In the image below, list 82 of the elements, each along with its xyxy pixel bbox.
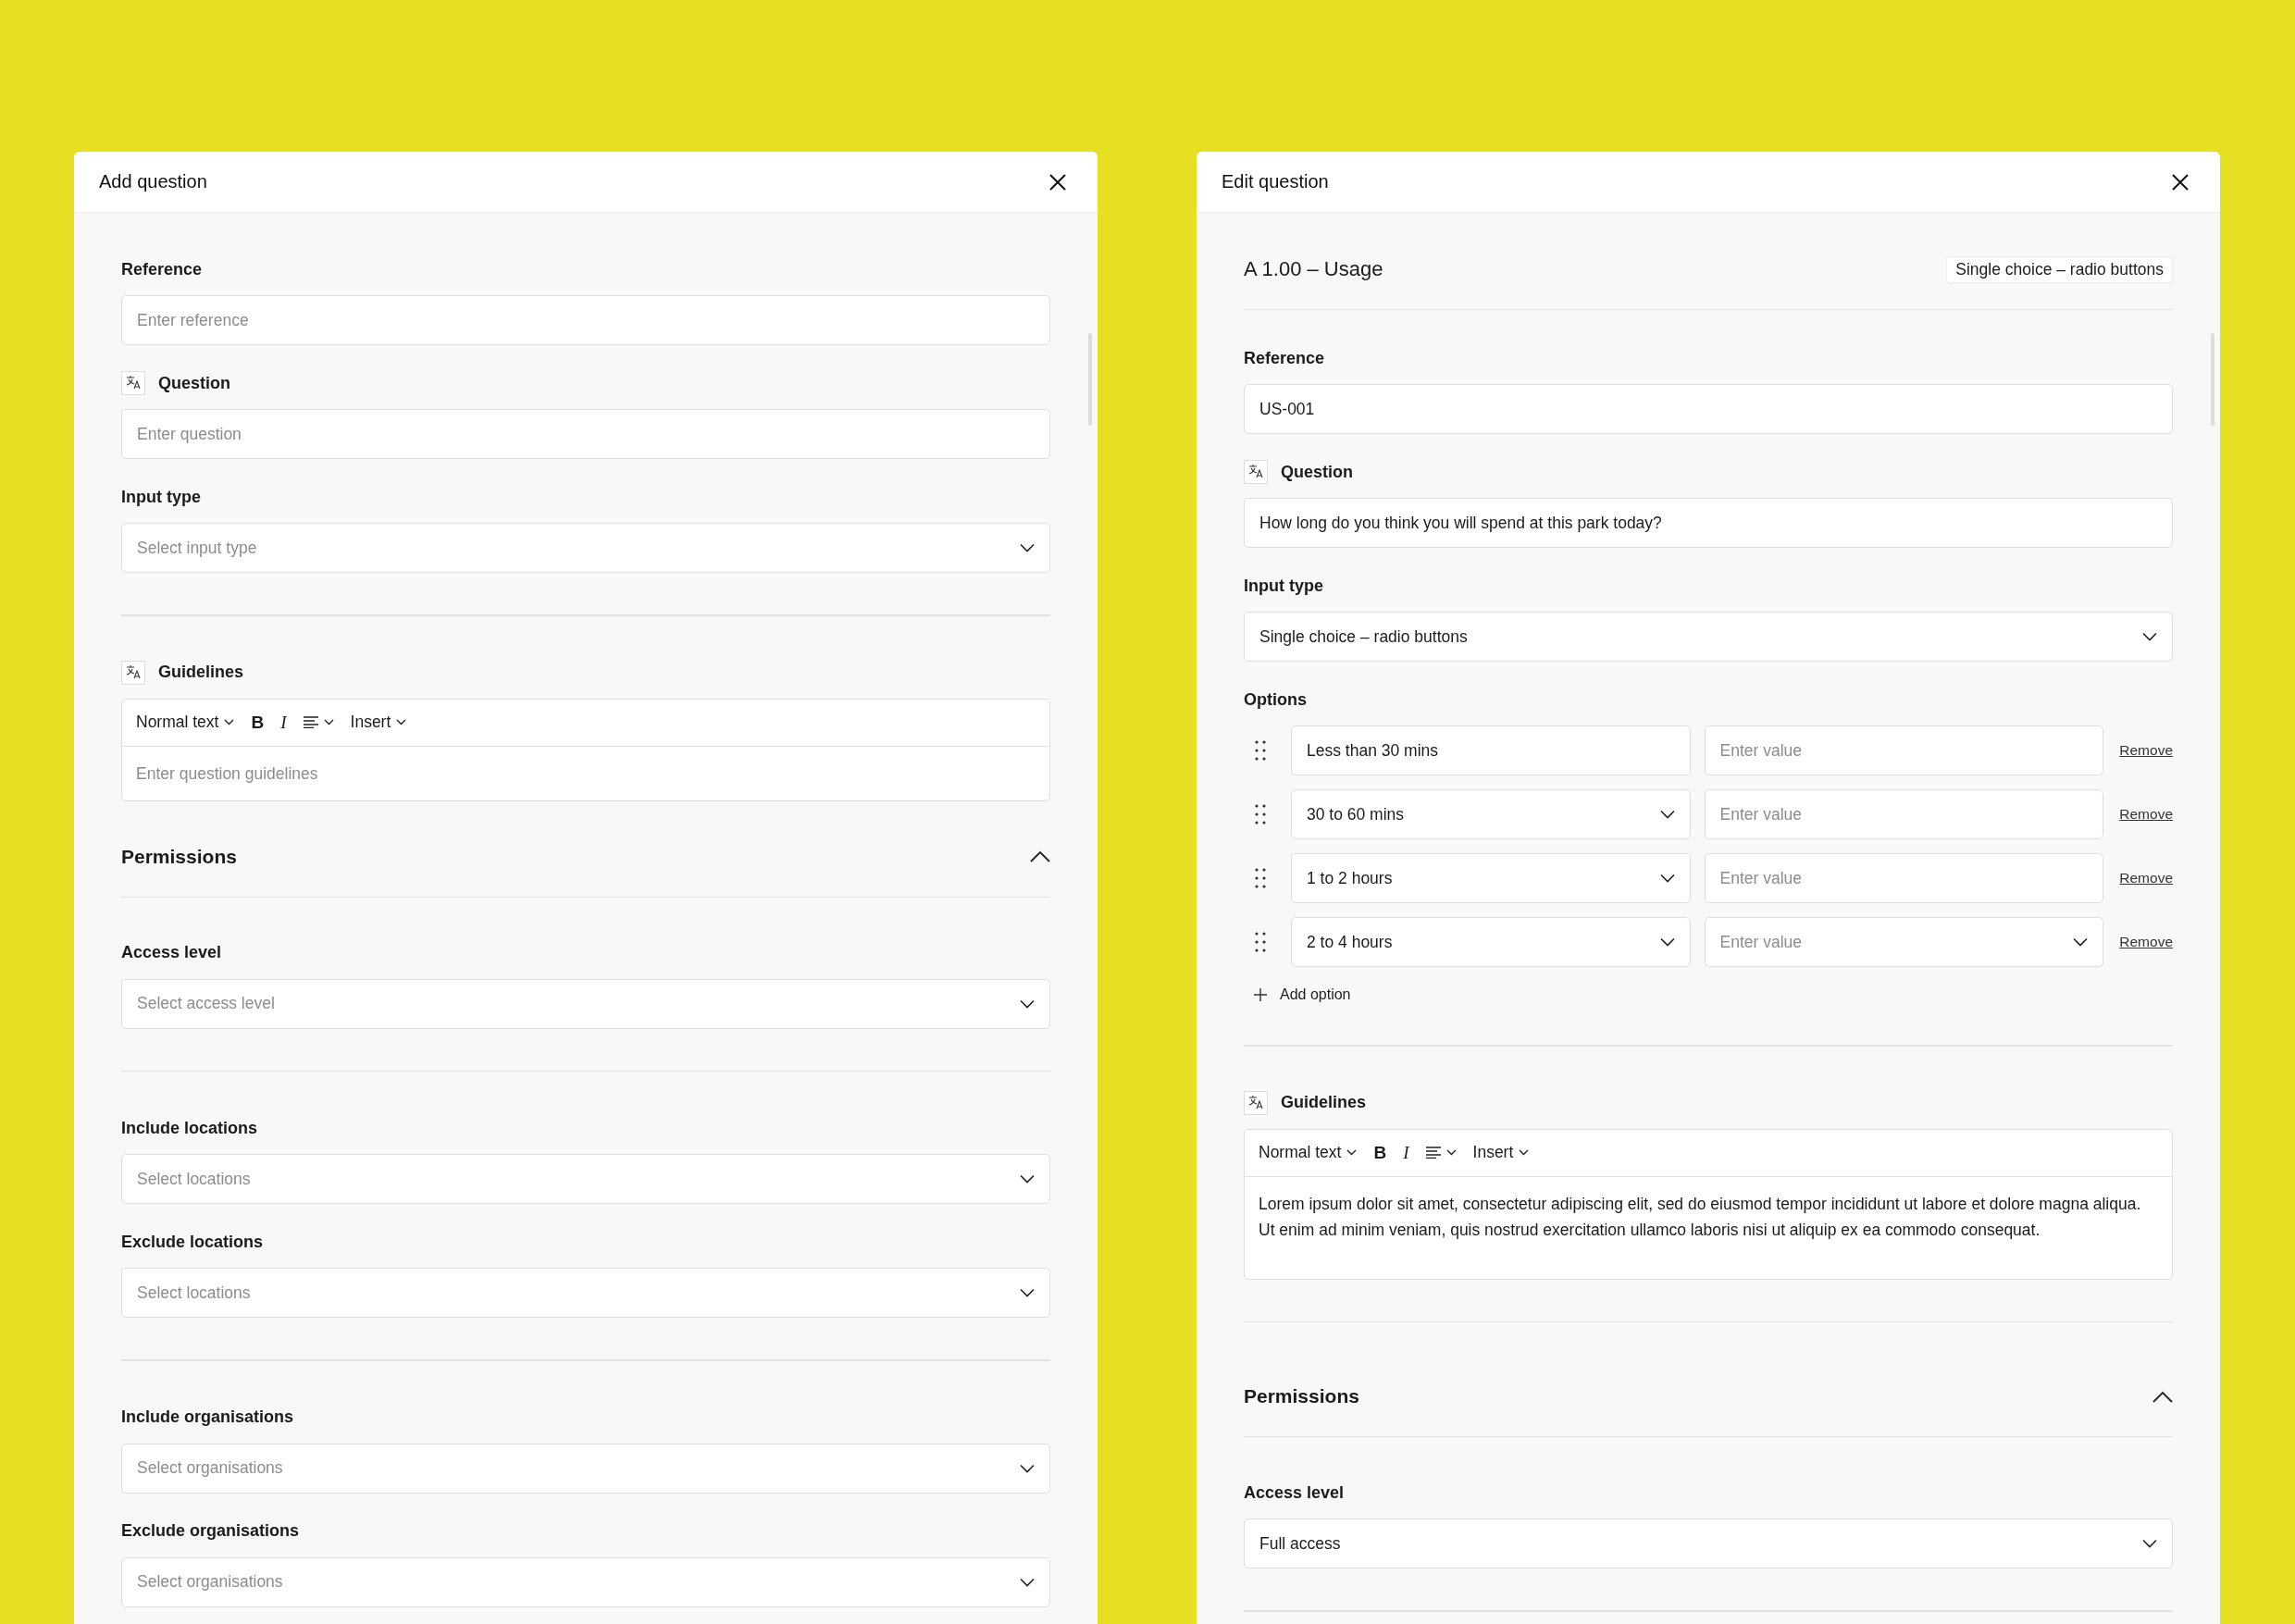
align-button[interactable] <box>1425 1147 1457 1159</box>
chevron-down-icon <box>1020 543 1035 552</box>
value-field[interactable]: Enter value <box>1704 853 2103 903</box>
chevron-up-icon[interactable] <box>1030 850 1050 862</box>
chevron-down-icon <box>1519 1149 1530 1156</box>
value-field[interactable]: Enter value <box>1704 789 2103 839</box>
value-field[interactable]: Enter value <box>1704 725 2103 775</box>
option-dropdown[interactable]: 2 to 4 hours <box>1291 917 1691 967</box>
chevron-down-icon <box>224 719 235 725</box>
text-field[interactable]: Enter question <box>121 409 1050 459</box>
dropdown-field[interactable]: Full access <box>1244 1519 2173 1568</box>
field-label: Input type <box>121 487 201 507</box>
dialog-title: Add question <box>99 171 207 192</box>
chevron-down-icon <box>1346 1149 1358 1156</box>
translate-icon <box>121 371 145 395</box>
align-button[interactable] <box>303 716 334 728</box>
translate-icon <box>1244 1090 1268 1115</box>
drag-handle-icon[interactable] <box>1254 931 1267 953</box>
close-button[interactable] <box>1049 173 1066 191</box>
italic-button[interactable]: I <box>1403 1142 1409 1163</box>
chevron-down-icon <box>1445 1149 1457 1156</box>
text-style-button[interactable]: Normal text <box>1259 1143 1358 1162</box>
chevron-down-icon <box>1020 1174 1035 1184</box>
close-button[interactable] <box>2172 173 2189 191</box>
editor-text: Lorem ipsum dolor sit amet, consectetur adipiscing elit, sed do eiusmod tempor incididunt ut labore et dolore magna aliqua. Ut enim ad minim veniam, quis nostrud exercitation ullamco laboris nisi ut aliquip ex ea commodo consequat. <box>1258 1193 2142 1241</box>
remove-link[interactable]: Remove <box>2117 870 2173 886</box>
text-style-button[interactable]: Normal text <box>136 713 235 732</box>
option-dropdown[interactable]: 30 to 60 mins <box>1291 789 1691 839</box>
field-label: Guidelines <box>158 663 244 682</box>
add-option-button[interactable]: Add option <box>1254 986 1351 1003</box>
dropdown-field[interactable]: Single choice – radio buttons <box>1244 612 2173 662</box>
remove-link[interactable]: Remove <box>2117 742 2173 759</box>
field-label: Access level <box>1244 1482 1345 1503</box>
drag-handle-icon[interactable] <box>1254 739 1267 762</box>
translate-icon <box>121 660 145 685</box>
text-field[interactable]: US-001 <box>1244 384 2173 434</box>
field-label: Guidelines <box>1281 1093 1367 1112</box>
field-label: Access level <box>121 943 222 962</box>
italic-button[interactable]: I <box>280 712 287 733</box>
section-title: Permissions <box>1244 1385 1359 1407</box>
chevron-down-icon <box>1020 1288 1035 1297</box>
insert-button[interactable]: Insert <box>1472 1143 1530 1162</box>
chevron-down-icon <box>1020 998 1035 1009</box>
field-label: Exclude locations <box>121 1232 264 1252</box>
plus-icon <box>1254 988 1267 1001</box>
chevron-down-icon <box>2142 1539 2157 1548</box>
rich-text-editor[interactable] <box>1244 1128 2173 1280</box>
chevron-down-icon <box>323 719 334 725</box>
section-title: Permissions <box>121 845 237 868</box>
field-label: Exclude organisations <box>121 1521 300 1541</box>
text-field[interactable]: Enter reference <box>121 295 1050 345</box>
chevron-down-icon <box>1020 1463 1035 1473</box>
insert-button[interactable]: Insert <box>350 713 407 732</box>
bold-button[interactable]: B <box>251 712 265 733</box>
editor-placeholder: Enter question guidelines <box>135 762 319 785</box>
align-icon <box>1425 1147 1441 1159</box>
text-field[interactable]: How long do you think you will spend at this park today? <box>1244 498 2173 548</box>
translate-icon <box>1244 460 1268 484</box>
drag-handle-icon[interactable] <box>1254 803 1267 825</box>
field-label: Reference <box>1244 348 1325 368</box>
field-label: Question <box>158 373 230 393</box>
field-label: Include locations <box>121 1118 258 1138</box>
chevron-down-icon <box>2142 632 2157 641</box>
question-title: A 1.00 – Usage <box>1244 257 1383 281</box>
remove-link[interactable]: Remove <box>2117 934 2173 950</box>
field-label: Input type <box>1244 576 1323 596</box>
dialog-title: Edit question <box>1222 171 1329 192</box>
rich-text-editor[interactable]: Normal text B I Insert Enter question guidelines <box>121 698 1050 801</box>
chevron-down-icon <box>396 719 407 725</box>
remove-link[interactable]: Remove <box>2117 806 2173 823</box>
option-dropdown[interactable]: 1 to 2 hours <box>1291 853 1691 903</box>
field-label: Question <box>1281 462 1353 482</box>
option-field[interactable]: Less than 30 mins <box>1291 725 1691 775</box>
type-badge: Single choice – radio buttons <box>1946 255 2173 283</box>
align-icon <box>303 716 318 728</box>
field-label: Include organisations <box>121 1407 294 1427</box>
chevron-down-icon <box>1020 1577 1035 1587</box>
drag-handle-icon[interactable] <box>1254 867 1267 889</box>
bold-button[interactable]: B <box>1373 1142 1387 1163</box>
field-label: Reference <box>121 259 203 279</box>
chevron-up-icon[interactable] <box>2152 1390 2173 1403</box>
field-label: Options <box>1244 689 1307 710</box>
